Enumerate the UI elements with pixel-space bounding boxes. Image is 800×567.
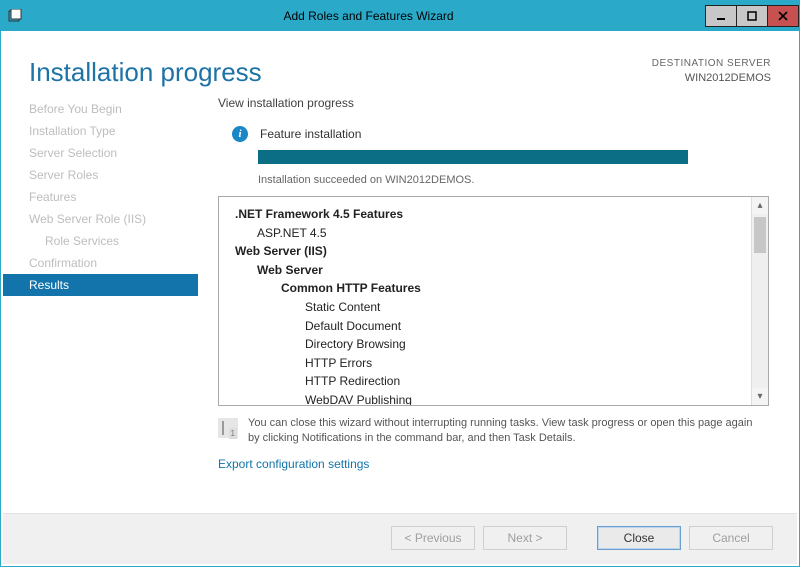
results-tree: .NET Framework 4.5 Features ASP.NET 4.5 …	[218, 196, 769, 406]
minimize-button[interactable]	[705, 5, 737, 27]
previous-button[interactable]: < Previous	[391, 526, 475, 550]
maximize-button[interactable]	[736, 5, 768, 27]
window-title: Add Roles and Features Wizard	[283, 9, 453, 23]
tree-scrollbar[interactable]: ▴ ▾	[751, 197, 768, 405]
tree-item: WebDAV Publishing	[229, 391, 745, 405]
tree-item: ASP.NET 4.5	[229, 224, 745, 243]
scroll-down-icon[interactable]: ▾	[752, 388, 768, 405]
destination-name: WIN2012DEMOS	[652, 71, 771, 86]
hint-text: You can close this wizard without interr…	[248, 416, 767, 447]
next-button[interactable]: Next >	[483, 526, 567, 550]
step-before-you-begin[interactable]: Before You Begin	[3, 98, 198, 120]
destination-server: DESTINATION SERVER WIN2012DEMOS	[652, 57, 771, 86]
window-controls	[706, 5, 799, 27]
tree-item: Web Server (IIS)	[229, 242, 745, 261]
step-role-services[interactable]: Role Services	[3, 230, 198, 252]
status-row: i Feature installation	[218, 126, 769, 142]
step-features[interactable]: Features	[3, 186, 198, 208]
tree-item: HTTP Errors	[229, 354, 745, 373]
scroll-thumb[interactable]	[754, 217, 766, 253]
content-area: Installation progress DESTINATION SERVER…	[1, 31, 799, 566]
tree-item: .NET Framework 4.5 Features	[229, 205, 745, 224]
page-title: Installation progress	[29, 57, 262, 88]
step-web-server-role[interactable]: Web Server Role (IIS)	[3, 208, 198, 230]
close-button[interactable]: Close	[597, 526, 681, 550]
wizard-steps-sidebar: Before You Begin Installation Type Serve…	[3, 96, 198, 513]
step-server-roles[interactable]: Server Roles	[3, 164, 198, 186]
progress-bar	[258, 150, 688, 164]
hint-row: You can close this wizard without interr…	[218, 406, 769, 451]
header-row: Installation progress DESTINATION SERVER…	[3, 33, 797, 96]
status-title: Feature installation	[260, 127, 361, 141]
info-icon: i	[232, 126, 248, 142]
main-panel: View installation progress i Feature ins…	[198, 96, 797, 513]
install-succeeded-text: Installation succeeded on WIN2012DEMOS.	[258, 174, 769, 186]
view-progress-label: View installation progress	[218, 96, 769, 110]
tree-item: Default Document	[229, 317, 745, 336]
wizard-window: Add Roles and Features Wizard Installati…	[0, 0, 800, 567]
tree-item: Directory Browsing	[229, 335, 745, 354]
step-confirmation[interactable]: Confirmation	[3, 252, 198, 274]
close-window-button[interactable]	[767, 5, 799, 27]
tree-item: HTTP Redirection	[229, 372, 745, 391]
step-results[interactable]: Results	[3, 274, 198, 296]
tree-item: Web Server	[229, 261, 745, 280]
step-server-selection[interactable]: Server Selection	[3, 142, 198, 164]
flag-icon	[218, 418, 238, 438]
footer: < Previous Next > Close Cancel	[3, 513, 797, 564]
tree-item: Static Content	[229, 298, 745, 317]
step-installation-type[interactable]: Installation Type	[3, 120, 198, 142]
destination-label: DESTINATION SERVER	[652, 57, 771, 71]
export-configuration-link[interactable]: Export configuration settings	[218, 451, 769, 471]
tree-item: Common HTTP Features	[229, 279, 745, 298]
scroll-up-icon[interactable]: ▴	[752, 197, 768, 214]
titlebar[interactable]: Add Roles and Features Wizard	[1, 1, 799, 31]
results-tree-content: .NET Framework 4.5 Features ASP.NET 4.5 …	[219, 197, 751, 405]
body-row: Before You Begin Installation Type Serve…	[3, 96, 797, 513]
cancel-button[interactable]: Cancel	[689, 526, 773, 550]
app-icon	[7, 8, 23, 24]
